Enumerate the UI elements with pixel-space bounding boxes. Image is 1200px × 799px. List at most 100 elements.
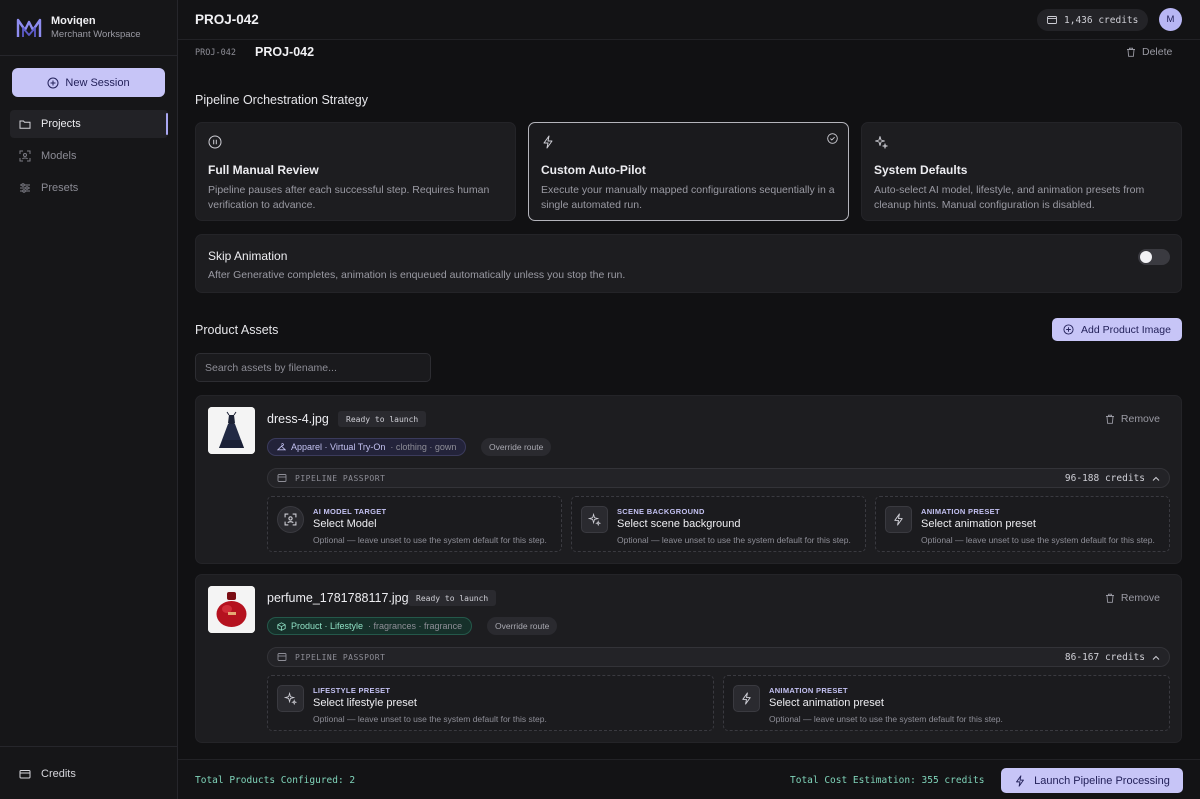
moviqen-logo-icon: [16, 18, 42, 37]
slot-title: Select scene background: [617, 518, 741, 530]
top-header: PROJ-042 1,436 credits M: [178, 0, 1200, 40]
brand-subtitle: Merchant Workspace: [51, 29, 141, 40]
lightning-icon: [894, 513, 903, 526]
sidebar-item-projects[interactable]: Projects: [10, 110, 168, 138]
slot-lifestyle-preset[interactable]: LIFESTYLE PRESET Select lifestyle preset…: [267, 675, 714, 731]
strategy-section-title: Pipeline Orchestration Strategy: [195, 93, 369, 107]
asset-filename: dress-4.jpg: [267, 412, 329, 426]
skip-animation-desc: After Generative completes, animation is…: [208, 269, 626, 281]
slot-icon-wrap: [277, 506, 304, 533]
add-product-image-label: Add Product Image: [1081, 323, 1171, 336]
skip-animation-toggle[interactable]: [1138, 249, 1170, 265]
asset-search-input[interactable]: [195, 353, 431, 382]
sidebar-footer: Credits: [0, 746, 178, 799]
slot-ai-model-target[interactable]: AI MODEL TARGET Select Model Optional — …: [267, 496, 562, 552]
page-title: PROJ-042: [195, 12, 259, 27]
plus-circle-icon: [1063, 324, 1074, 335]
add-product-image-button[interactable]: Add Product Image: [1052, 318, 1182, 341]
slot-title: Select Model: [313, 518, 377, 530]
remove-asset-button[interactable]: Remove: [1105, 592, 1160, 604]
passport-icon: [277, 474, 287, 482]
pause-circle-icon: [208, 135, 222, 149]
slot-animation-preset[interactable]: ANIMATION PRESET Select animation preset…: [875, 496, 1170, 552]
brand: Moviqen Merchant Workspace: [0, 0, 177, 56]
strategy-card-manual-review[interactable]: Full Manual Review Pipeline pauses after…: [195, 122, 516, 221]
sidebar-item-credits[interactable]: Credits: [10, 760, 168, 788]
slot-animation-preset[interactable]: ANIMATION PRESET Select animation preset…: [723, 675, 1170, 731]
project-title: PROJ-042: [255, 45, 315, 59]
strategy-card-system-defaults[interactable]: System Defaults Auto-select AI model, li…: [861, 122, 1182, 221]
asset-thumbnail: [208, 407, 255, 454]
override-route-button[interactable]: Override route: [487, 617, 558, 635]
slot-label: SCENE BACKGROUND: [617, 507, 705, 516]
scan-face-icon: [19, 150, 31, 162]
slot-hint: Optional — leave unset to use the system…: [921, 535, 1155, 545]
skip-animation-panel: Skip Animation After Generative complete…: [195, 234, 1182, 293]
folder-icon: [19, 120, 31, 129]
check-circle-icon: [827, 133, 838, 144]
sparkles-icon: [284, 692, 297, 705]
slot-title: Select animation preset: [921, 518, 1036, 530]
remove-asset-button[interactable]: Remove: [1105, 413, 1160, 425]
strategy-card-desc: Execute your manually mapped configurati…: [541, 184, 835, 211]
slot-icon-wrap: [733, 685, 760, 712]
delete-label: Delete: [1142, 46, 1173, 58]
strategy-card-desc: Pipeline pauses after each successful st…: [208, 184, 490, 211]
sliders-icon: [20, 183, 30, 193]
summary-footer: Total Products Configured: 2 Total Cost …: [178, 759, 1200, 799]
slot-hint: Optional — leave unset to use the system…: [313, 535, 547, 545]
project-code: PROJ-042: [195, 48, 236, 58]
remove-label: Remove: [1120, 413, 1160, 425]
pipeline-passport-bar[interactable]: PIPELINE PASSPORT 96-188 credits: [267, 468, 1170, 488]
wallet-icon: [1047, 16, 1057, 24]
hanger-icon: [277, 442, 286, 450]
trash-icon: [1127, 47, 1135, 57]
override-route-button[interactable]: Override route: [481, 438, 552, 456]
avatar[interactable]: M: [1159, 8, 1182, 31]
credits-balance-label: 1,436 credits: [1064, 14, 1139, 26]
new-session-button[interactable]: New Session: [12, 68, 165, 97]
route-label: Apparel · Virtual Try-On: [291, 442, 386, 452]
credit-card-icon: [19, 770, 31, 779]
skip-animation-title: Skip Animation: [208, 249, 288, 263]
slot-label: AI MODEL TARGET: [313, 507, 387, 516]
slot-title: Select lifestyle preset: [313, 697, 417, 709]
launch-label: Launch Pipeline Processing: [1034, 774, 1170, 787]
chevron-up-icon: [1152, 655, 1160, 660]
passport-label: PIPELINE PASSPORT: [295, 473, 386, 483]
slot-icon-wrap: [885, 506, 912, 533]
slot-scene-background[interactable]: SCENE BACKGROUND Select scene background…: [571, 496, 866, 552]
asset-thumbnail: [208, 586, 255, 633]
sidebar: Moviqen Merchant Workspace New Session P…: [0, 0, 178, 799]
slot-hint: Optional — leave unset to use the system…: [313, 714, 547, 724]
dress-image-icon: [208, 407, 255, 454]
status-badge: Ready to launch: [338, 411, 427, 427]
box-icon: [277, 621, 286, 631]
route-tags: · clothing · gown: [390, 442, 457, 452]
sidebar-item-models[interactable]: Models: [10, 142, 168, 170]
strategy-card-auto-pilot[interactable]: Custom Auto-Pilot Execute your manually …: [528, 122, 849, 221]
sidebar-item-label: Projects: [41, 118, 81, 130]
sidebar-item-label: Credits: [41, 768, 76, 780]
credits-balance[interactable]: 1,436 credits: [1037, 9, 1149, 31]
route-label: Product · Lifestyle: [291, 621, 364, 631]
asset-row-dress: dress-4.jpg Ready to launch Remove Appar…: [195, 395, 1182, 564]
launch-pipeline-button[interactable]: Launch Pipeline Processing: [1001, 768, 1183, 793]
slot-title: Select animation preset: [769, 697, 884, 709]
route-tags: · fragrances · fragrance: [368, 621, 463, 631]
brand-name: Moviqen: [51, 15, 96, 27]
route-chip: Product · Lifestyle · fragrances · fragr…: [267, 617, 473, 635]
remove-label: Remove: [1120, 592, 1160, 604]
delete-project-button[interactable]: Delete: [1126, 46, 1172, 58]
sidebar-item-presets[interactable]: Presets: [10, 174, 168, 202]
slot-hint: Optional — leave unset to use the system…: [769, 714, 1003, 724]
pipeline-passport-bar[interactable]: PIPELINE PASSPORT 86-167 credits: [267, 647, 1170, 667]
sidebar-item-label: Presets: [41, 182, 79, 194]
asset-filename: perfume_1781788117.jpg: [267, 591, 409, 605]
slot-label: ANIMATION PRESET: [769, 686, 848, 695]
strategy-card-desc: Auto-select AI model, lifestyle, and ani…: [874, 184, 1145, 211]
assets-section-title: Product Assets: [195, 323, 279, 337]
route-chip: Apparel · Virtual Try-On · clothing · go…: [267, 438, 467, 456]
chevron-up-icon: [1152, 476, 1160, 481]
slot-hint: Optional — leave unset to use the system…: [617, 535, 851, 545]
